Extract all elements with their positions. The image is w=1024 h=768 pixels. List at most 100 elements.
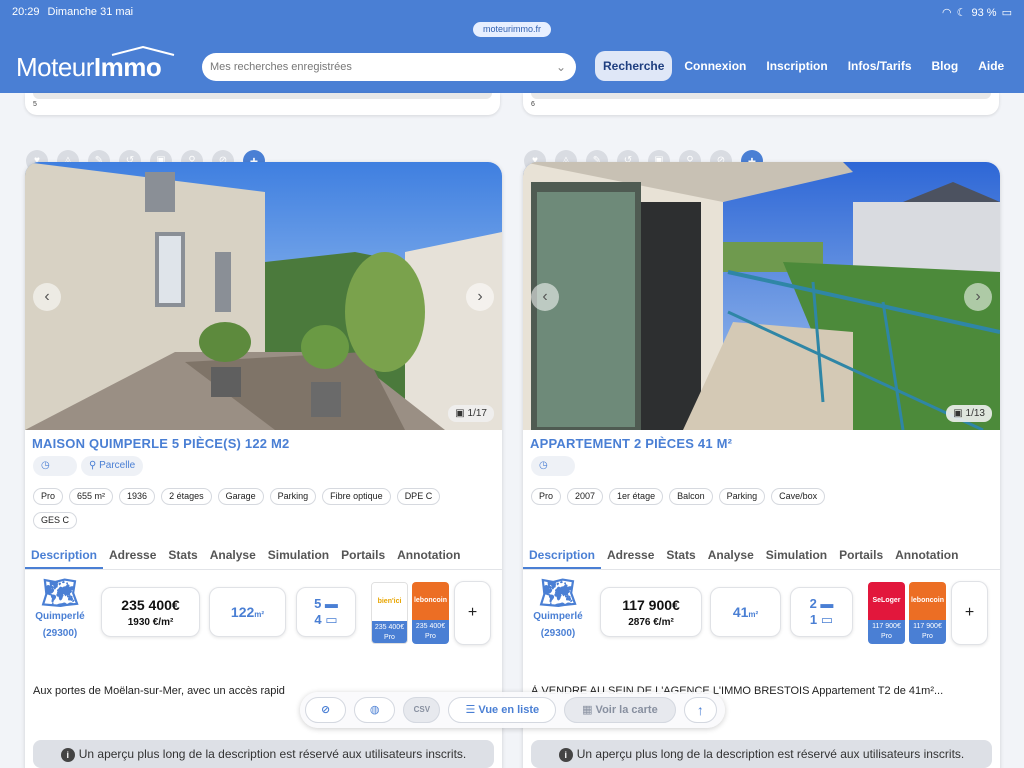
list-view-button[interactable]: ☰ Vue en liste: [448, 697, 557, 723]
clock-icon: ◷: [539, 460, 548, 471]
gallery-icon: ▣: [953, 408, 966, 419]
rooms-count: 2: [809, 596, 817, 611]
bed-icon: ▭: [820, 612, 834, 627]
feature-tags: Pro 2007 1er étage Balcon Parking Cave/b…: [531, 488, 992, 512]
surface-box: 122m²: [209, 587, 286, 637]
clock-chip: ◷: [531, 456, 575, 476]
photo-counter: ▣ 1/17: [448, 405, 494, 422]
moon-icon: ☾: [956, 7, 967, 19]
tab-stats[interactable]: Stats: [660, 544, 701, 569]
tab-analyse[interactable]: Analyse: [204, 544, 262, 569]
tab-adresse[interactable]: Adresse: [103, 544, 162, 569]
add-portal-button[interactable]: +: [951, 581, 988, 645]
nav-aide[interactable]: Aide: [978, 51, 1004, 81]
listing-price: 235 400€: [121, 597, 180, 613]
surface-value: 41: [732, 604, 749, 620]
pin-icon: ⚲: [89, 460, 100, 471]
map-icon: ▦: [582, 704, 596, 716]
csv-export-button[interactable]: CSV: [403, 697, 441, 723]
tab-annotation[interactable]: Annotation: [391, 544, 466, 569]
tag-year: 1936: [119, 488, 156, 505]
photo-counter-value: 1/13: [965, 408, 985, 419]
listing-location[interactable]: 🗺 Quimperlé (29300): [523, 577, 593, 639]
portal-name: bien'ici: [372, 583, 407, 621]
parcel-label: Parcelle: [99, 460, 136, 471]
tab-description[interactable]: Description: [25, 544, 104, 569]
tag-land-surface: 655 m²: [69, 488, 114, 505]
price-box: 235 400€ 1930 €/m²: [101, 587, 200, 637]
rooms-box: 2 ▬ 1 ▭: [790, 587, 853, 637]
tag-floors: 2 étages: [161, 488, 212, 505]
tag-floor: 1er étage: [609, 488, 664, 505]
portal-leboncoin[interactable]: leboncoin 235 400€ Pro: [412, 582, 449, 644]
feature-tags: Pro 655 m² 1936 2 étages Garage Parking …: [33, 488, 494, 536]
sofa-icon: ▬: [820, 596, 834, 611]
tab-stats[interactable]: Stats: [162, 544, 203, 569]
tab-simulation[interactable]: Simulation: [262, 544, 335, 569]
nav-connexion[interactable]: Connexion: [684, 51, 746, 81]
chevron-left-icon[interactable]: ‹: [531, 283, 559, 311]
clock-icon: ◷: [41, 460, 50, 471]
listing-title[interactable]: MAISON QUIMPERLE 5 PIÈCE(S) 122 M2: [32, 436, 289, 451]
tab-description[interactable]: Description: [523, 544, 602, 569]
parcel-chip[interactable]: ⚲ Parcelle: [81, 456, 144, 476]
globe-button[interactable]: ◍: [354, 697, 396, 723]
tab-analyse[interactable]: Analyse: [702, 544, 760, 569]
status-bar: 20:29 Dimanche 31 mai ◠ ☾ 93 % ▭: [12, 6, 1012, 20]
portal-leboncoin[interactable]: leboncoin 117 900€ Pro: [909, 582, 946, 644]
listing-location[interactable]: 🗺 Quimperlé (29300): [25, 577, 95, 639]
tag-pro: Pro: [33, 488, 64, 505]
tag-fiber: Fibre optique: [322, 488, 391, 505]
tag-dpe: DPE C: [396, 488, 441, 505]
tag-pro: Pro: [531, 488, 562, 505]
status-date: Dimanche 31 mai: [47, 6, 134, 18]
portal-seloger[interactable]: SeLoger 117 900€ Pro: [868, 582, 905, 644]
note-text: Un aperçu plus long de la description es…: [78, 747, 467, 761]
chevron-right-icon[interactable]: ›: [964, 283, 992, 311]
tab-simulation[interactable]: Simulation: [760, 544, 833, 569]
scroll-top-button[interactable]: ↑: [683, 697, 717, 723]
tab-portails[interactable]: Portails: [335, 544, 391, 569]
chevron-left-icon[interactable]: ‹: [33, 283, 61, 311]
tab-portails[interactable]: Portails: [833, 544, 889, 569]
globe-icon: ◍: [369, 704, 380, 716]
tab-annotation[interactable]: Annotation: [889, 544, 964, 569]
surface-unit: m²: [748, 610, 759, 619]
map-view-button[interactable]: ▦ Voir la carte: [564, 697, 676, 723]
hide-filter-button[interactable]: ⊘: [305, 697, 347, 723]
map-icon: 🗺: [538, 577, 578, 610]
listing-photo[interactable]: ‹ › ▣ 1/17: [25, 162, 502, 430]
gallery-icon: ▣: [455, 408, 468, 419]
zip-code: (29300): [42, 628, 78, 639]
nav-inscription[interactable]: Inscription: [766, 51, 827, 81]
tag-parking: Parking: [269, 488, 317, 505]
note-text: Un aperçu plus long de la description es…: [576, 747, 965, 761]
listing-photo[interactable]: ‹ › ▣ 1/13: [523, 162, 1000, 430]
price-box: 117 900€ 2876 €/m²: [600, 587, 702, 637]
site-logo[interactable]: MoteurImmo: [16, 46, 175, 83]
nav-recherche[interactable]: Recherche: [595, 51, 673, 81]
add-portal-button[interactable]: +: [454, 581, 491, 645]
tag-garage: Garage: [217, 488, 264, 505]
portal-bienici[interactable]: bien'ici 235 400€ Pro: [371, 582, 408, 644]
chevron-down-icon: ⌄: [555, 60, 566, 74]
portal-price: 117 900€: [872, 623, 901, 630]
card-tabs: Description Adresse Stats Analyse Simula…: [25, 544, 502, 570]
nav-blog[interactable]: Blog: [932, 51, 959, 81]
battery-icon: ▭: [1001, 7, 1012, 19]
price-per-m2: 2876 €/m²: [628, 617, 674, 628]
tab-adresse[interactable]: Adresse: [601, 544, 660, 569]
browser-url[interactable]: moteurimmo.fr: [473, 22, 551, 37]
saved-searches-select[interactable]: Mes recherches enregistrées ⌄: [202, 53, 576, 81]
listing-title[interactable]: APPARTEMENT 2 PIÈCES 41 M²: [530, 436, 732, 451]
tag-year: 2007: [567, 488, 604, 505]
surface-value: 122: [230, 604, 255, 620]
list-view-label: Vue en liste: [478, 704, 540, 716]
card-tabs: Description Adresse Stats Analyse Simula…: [523, 544, 1000, 570]
chevron-right-icon[interactable]: ›: [466, 283, 494, 311]
photo-counter-value: 1/17: [467, 408, 487, 419]
nav-infos-tarifs[interactable]: Infos/Tarifs: [848, 51, 912, 81]
eye-off-icon: ⊘: [320, 704, 331, 716]
rooms-count: 5: [314, 596, 322, 611]
city-name: Quimperlé: [533, 611, 583, 622]
